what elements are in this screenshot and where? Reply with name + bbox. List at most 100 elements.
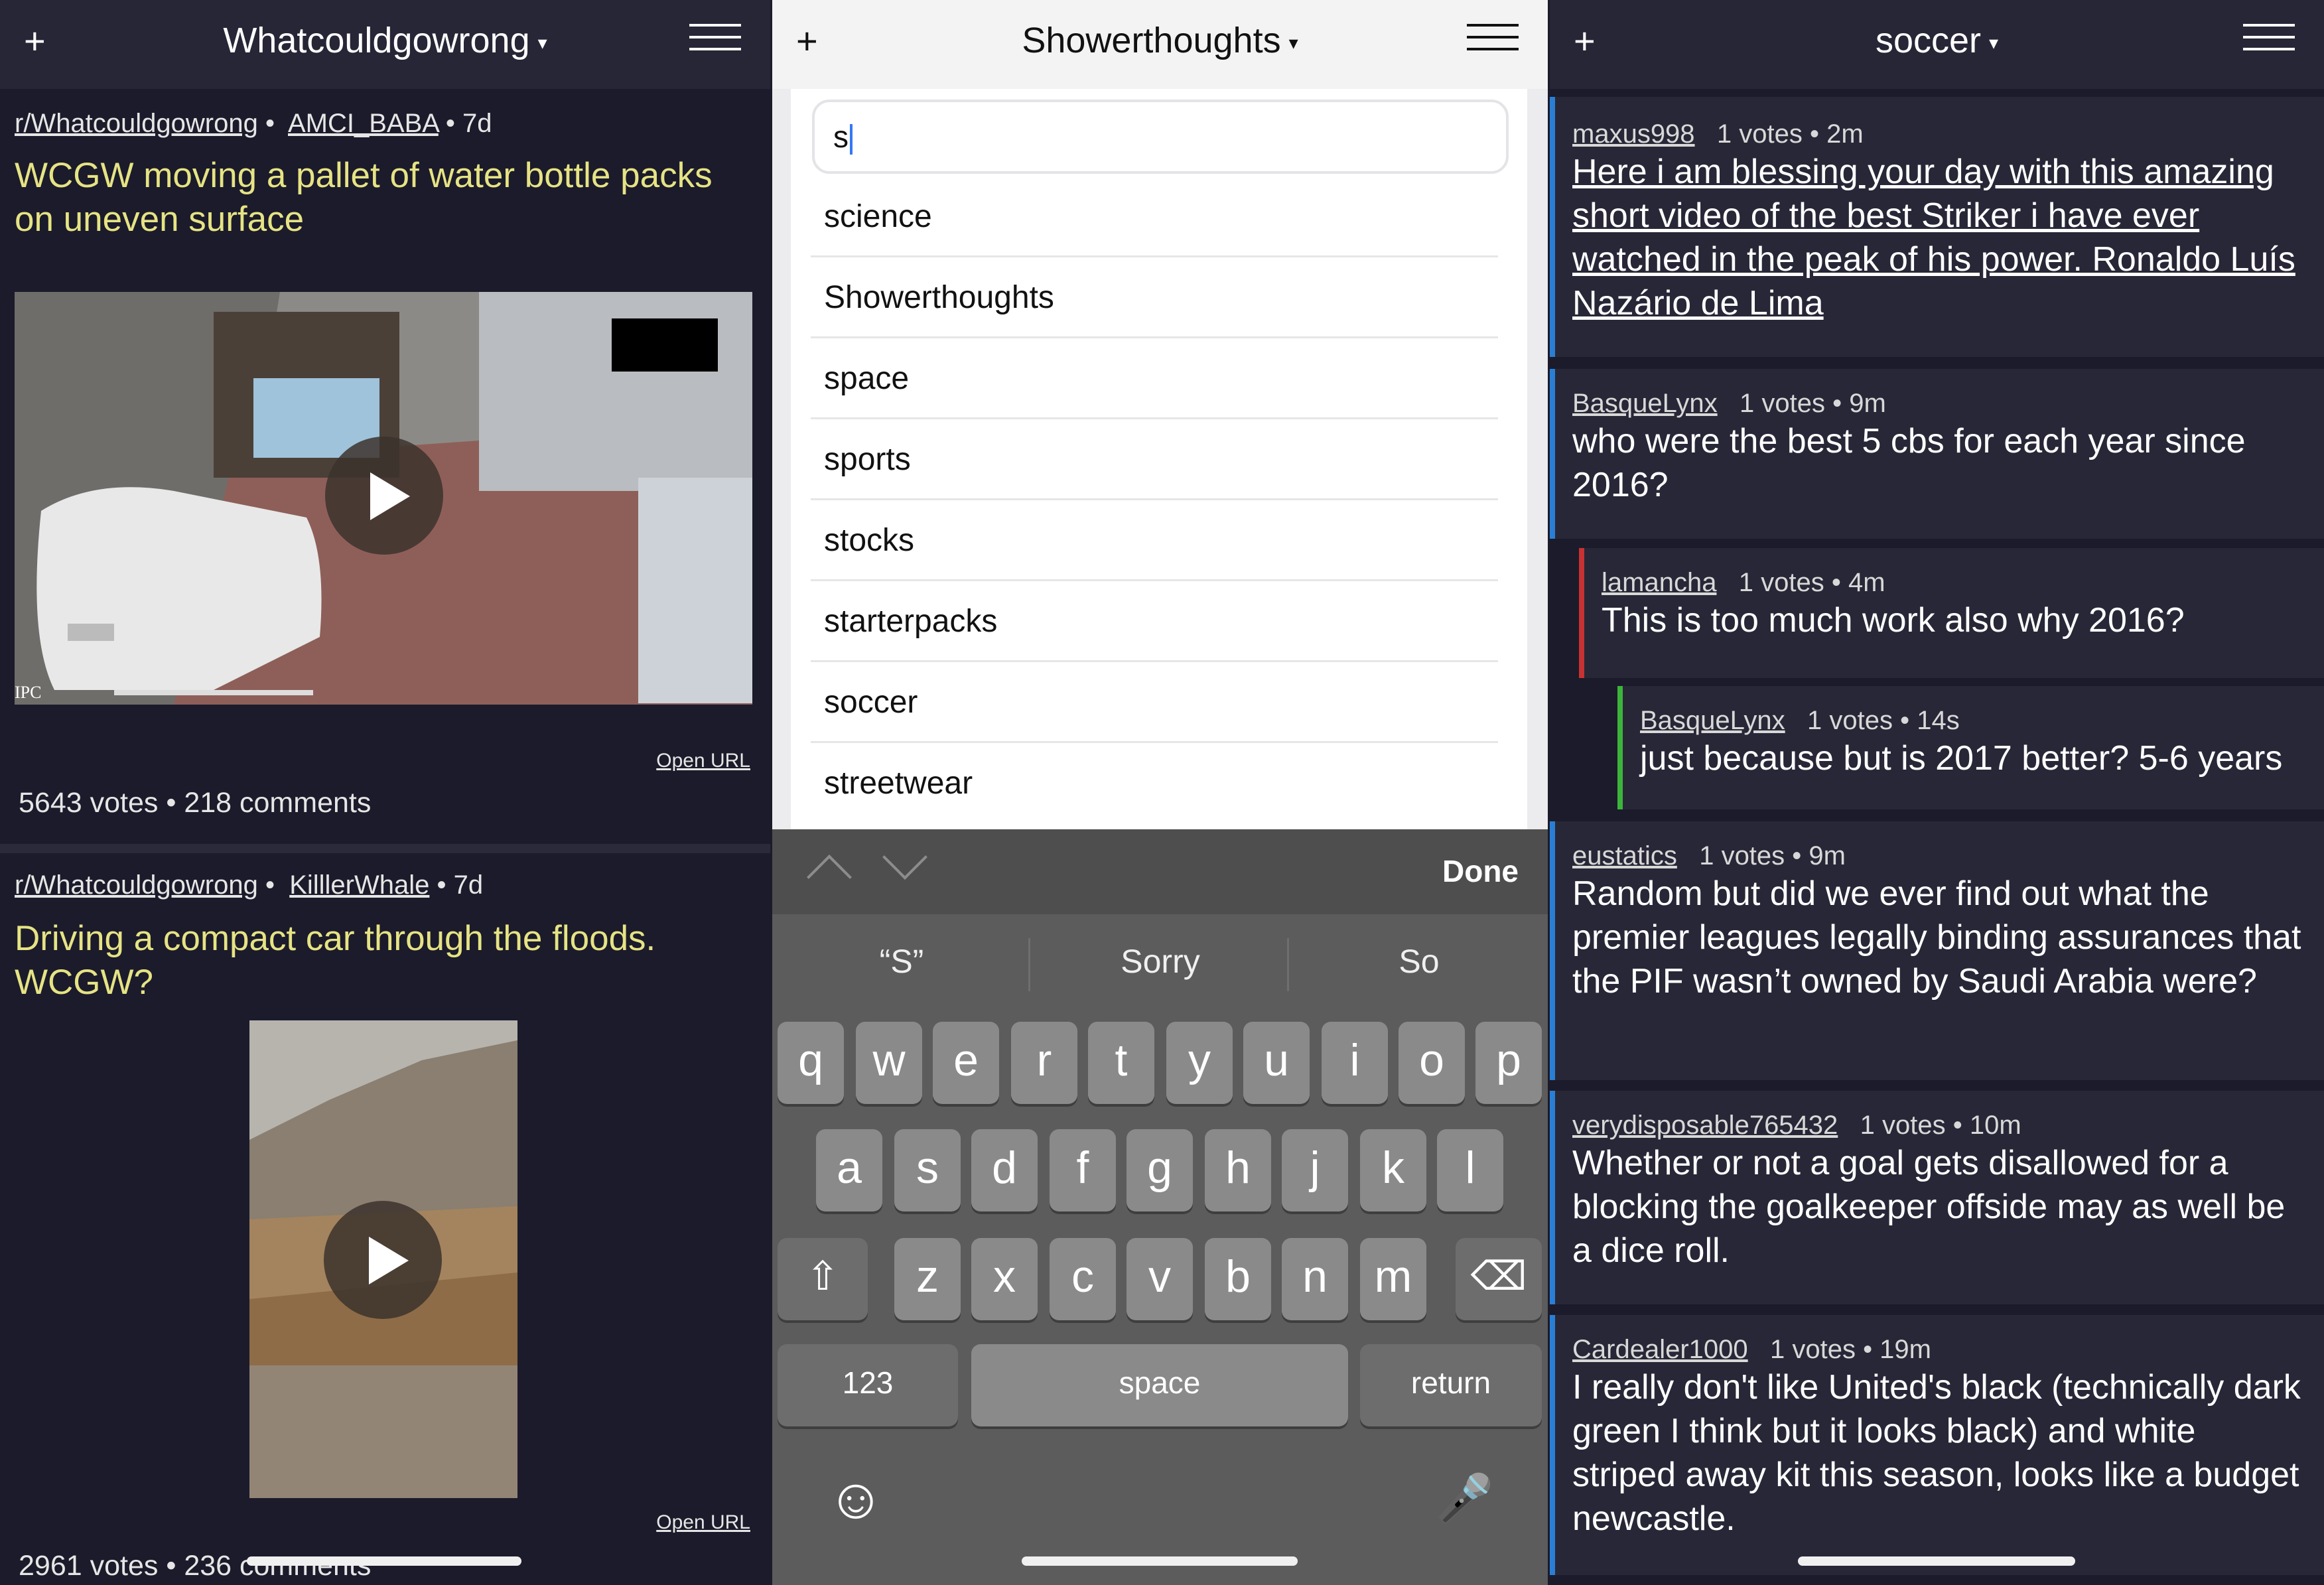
key-g[interactable]: g — [1127, 1129, 1193, 1211]
play-icon[interactable] — [325, 437, 443, 555]
key-k[interactable]: k — [1360, 1129, 1426, 1211]
play-icon[interactable] — [324, 1201, 442, 1319]
suggestion-stocks[interactable]: stocks — [811, 500, 1498, 581]
comment-votes: 1 votes • 19m — [1769, 1335, 1931, 1364]
space-key[interactable]: space — [971, 1344, 1348, 1426]
chevron-up-icon[interactable] — [807, 855, 852, 900]
hamburger-menu-icon[interactable] — [2243, 24, 2295, 53]
hamburger-menu-icon[interactable] — [1467, 24, 1519, 53]
key-b[interactable]: b — [1205, 1238, 1271, 1320]
author-link[interactable]: KilllerWhale — [289, 870, 429, 900]
watermark-text: IPC — [15, 683, 41, 702]
key-t[interactable]: t — [1088, 1022, 1154, 1104]
username-link[interactable]: lamancha — [1602, 568, 1716, 597]
comment-text: This is too much work also why 2016? — [1602, 601, 2185, 640]
shift-icon[interactable]: ⇧ — [778, 1238, 868, 1320]
key-n[interactable]: n — [1282, 1238, 1348, 1320]
post-title[interactable]: Driving a compact car through the floods… — [15, 917, 750, 1004]
subreddit-selector[interactable]: soccer ▾ — [1550, 17, 2324, 66]
key-j[interactable]: j — [1282, 1129, 1348, 1211]
key-w[interactable]: w — [856, 1022, 922, 1104]
subreddit-link[interactable]: r/Whatcouldgowrong — [15, 870, 258, 900]
username-link[interactable]: Cardealer1000 — [1572, 1335, 1748, 1364]
key-r[interactable]: r — [1011, 1022, 1077, 1104]
home-indicator[interactable] — [1022, 1556, 1298, 1566]
key-o[interactable]: o — [1399, 1022, 1465, 1104]
suggestion-starterpacks[interactable]: starterpacks — [811, 581, 1498, 662]
post-age: • 7d — [445, 109, 492, 138]
post-age: • 7d — [437, 870, 484, 900]
comment-indent-bar — [1550, 97, 1555, 357]
suggestion-showerthoughts[interactable]: Showerthoughts — [811, 257, 1498, 338]
prediction-1[interactable]: “S” — [772, 942, 1031, 981]
author-link[interactable]: AMCI_BABA — [288, 109, 439, 138]
key-d[interactable]: d — [971, 1129, 1038, 1211]
comment-meta: verydisposable765432 1 votes • 10m — [1572, 1111, 2021, 1140]
username-link[interactable]: BasqueLynx — [1572, 389, 1718, 418]
key-a[interactable]: a — [816, 1129, 882, 1211]
key-v[interactable]: v — [1127, 1238, 1193, 1320]
key-x[interactable]: x — [971, 1238, 1038, 1320]
username-link[interactable]: BasqueLynx — [1640, 706, 1785, 735]
chevron-down-icon[interactable] — [882, 835, 927, 880]
delete-icon[interactable]: ⌫ — [1456, 1238, 1542, 1320]
comment-text[interactable]: Here i am blessing your day with this am… — [1572, 150, 2308, 325]
done-button[interactable]: Done — [1442, 853, 1519, 889]
search-value: s — [833, 119, 849, 154]
comment-votes: 1 votes • 9m — [1699, 841, 1846, 870]
emoji-icon[interactable]: ☺ — [827, 1466, 885, 1532]
suggestion-space[interactable]: space — [811, 338, 1498, 419]
text-cursor — [850, 123, 853, 155]
prediction-3[interactable]: So — [1290, 942, 1548, 981]
video-thumbnail[interactable]: IPC — [15, 292, 752, 705]
open-url-link[interactable]: Open URL — [656, 1511, 750, 1534]
username-link[interactable]: eustatics — [1572, 841, 1677, 870]
suggestion-science[interactable]: science — [811, 176, 1498, 257]
prediction-2[interactable]: Sorry — [1031, 942, 1290, 981]
comment-meta: Cardealer1000 1 votes • 19m — [1572, 1335, 1931, 1365]
key-h[interactable]: h — [1205, 1129, 1271, 1211]
comment-votes: 1 votes • 9m — [1740, 389, 1886, 418]
key-z[interactable]: z — [894, 1238, 961, 1320]
numbers-key[interactable]: 123 — [778, 1344, 958, 1426]
subreddit-link[interactable]: r/Whatcouldgowrong — [15, 109, 258, 138]
header-whatcouldgowrong: + Whatcouldgowrong ▾ — [0, 0, 770, 89]
video-thumbnail[interactable] — [249, 1020, 517, 1498]
subreddit-search-input[interactable]: s — [812, 100, 1509, 174]
key-i[interactable]: i — [1322, 1022, 1388, 1104]
suggestion-sports[interactable]: sports — [811, 419, 1498, 500]
post-stats: 2961 votes • 236 comments — [19, 1550, 372, 1582]
comment-meta: lamancha 1 votes • 4m — [1602, 568, 1885, 598]
comment-meta: BasqueLynx 1 votes • 14s — [1640, 706, 1960, 736]
subreddit-selector[interactable]: Whatcouldgowrong ▾ — [0, 17, 770, 66]
key-s[interactable]: s — [894, 1129, 961, 1211]
key-m[interactable]: m — [1360, 1238, 1426, 1320]
key-p[interactable]: p — [1475, 1022, 1542, 1104]
username-link[interactable]: verydisposable765432 — [1572, 1111, 1838, 1140]
key-y[interactable]: y — [1166, 1022, 1233, 1104]
home-indicator[interactable] — [247, 1556, 521, 1566]
open-url-link[interactable]: Open URL — [656, 750, 750, 772]
hamburger-menu-icon[interactable] — [689, 24, 741, 53]
comment: BasqueLynx 1 votes • 9m who were the bes… — [1550, 369, 2324, 539]
key-f[interactable]: f — [1050, 1129, 1116, 1211]
key-l[interactable]: l — [1437, 1129, 1503, 1211]
post-stats: 5643 votes • 218 comments — [19, 787, 372, 819]
middle-panel: + Showerthoughts ▾ s science Showerthough… — [772, 0, 1548, 1585]
key-c[interactable]: c — [1050, 1238, 1116, 1320]
key-e[interactable]: e — [933, 1022, 999, 1104]
home-indicator[interactable] — [1798, 1556, 2075, 1566]
key-u[interactable]: u — [1243, 1022, 1310, 1104]
header-soccer: + soccer ▾ — [1550, 0, 2324, 89]
microphone-icon[interactable]: 🎤 — [1436, 1472, 1493, 1526]
return-key[interactable]: return — [1360, 1344, 1542, 1426]
prediction-divider — [1287, 938, 1289, 991]
post-title[interactable]: WCGW moving a pallet of water bottle pac… — [15, 154, 750, 241]
comment-meta: maxus998 1 votes • 2m — [1572, 119, 1864, 149]
key-q[interactable]: q — [778, 1022, 844, 1104]
suggestion-streetwear[interactable]: streetwear — [811, 743, 1498, 824]
suggestion-soccer[interactable]: soccer — [811, 662, 1498, 743]
username-link[interactable]: maxus998 — [1572, 119, 1695, 149]
subreddit-selector[interactable]: Showerthoughts ▾ — [772, 17, 1548, 66]
comment-text: Random but did we ever find out what the… — [1572, 874, 2301, 1000]
